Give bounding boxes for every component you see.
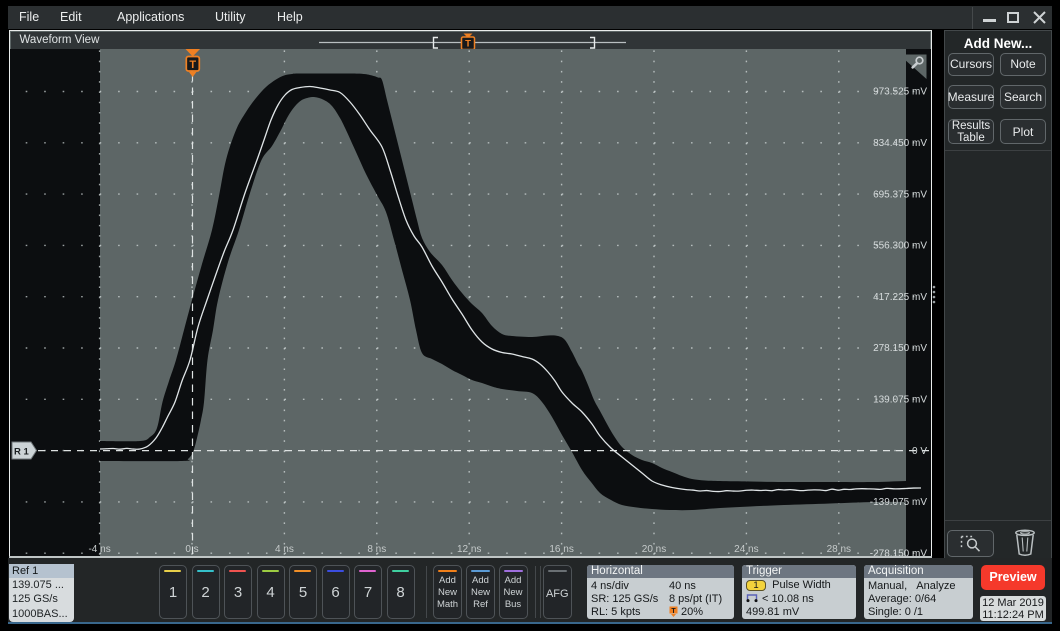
- svg-text:556.300 mV: 556.300 mV: [873, 241, 927, 252]
- svg-text:16 ns: 16 ns: [549, 544, 573, 555]
- svg-text:24 ns: 24 ns: [734, 544, 758, 555]
- svg-text:8 ns: 8 ns: [367, 544, 386, 555]
- svg-text:-4 ns: -4 ns: [88, 544, 110, 555]
- svg-text:-139.075 mV: -139.075 mV: [870, 497, 928, 508]
- svg-text:0 s: 0 s: [185, 544, 198, 555]
- svg-text:20 ns: 20 ns: [642, 544, 666, 555]
- svg-text:-278.150 mV: -278.150 mV: [870, 548, 928, 556]
- svg-text:973.525 mV: 973.525 mV: [873, 87, 927, 98]
- svg-text:T: T: [671, 608, 676, 615]
- svg-text:278.150 mV: 278.150 mV: [873, 343, 927, 354]
- svg-text:834.450 mV: 834.450 mV: [873, 138, 927, 149]
- svg-text:417.225 mV: 417.225 mV: [873, 292, 927, 303]
- svg-text:139.075 mV: 139.075 mV: [873, 395, 927, 406]
- svg-text:R 1: R 1: [14, 447, 30, 458]
- svg-text:0 V: 0 V: [912, 446, 927, 457]
- svg-text:12 ns: 12 ns: [457, 544, 481, 555]
- svg-text:T: T: [189, 59, 196, 71]
- svg-text:T: T: [465, 38, 471, 49]
- svg-text:28 ns: 28 ns: [827, 544, 851, 555]
- svg-text:695.375 mV: 695.375 mV: [873, 189, 927, 200]
- svg-text:4 ns: 4 ns: [275, 544, 294, 555]
